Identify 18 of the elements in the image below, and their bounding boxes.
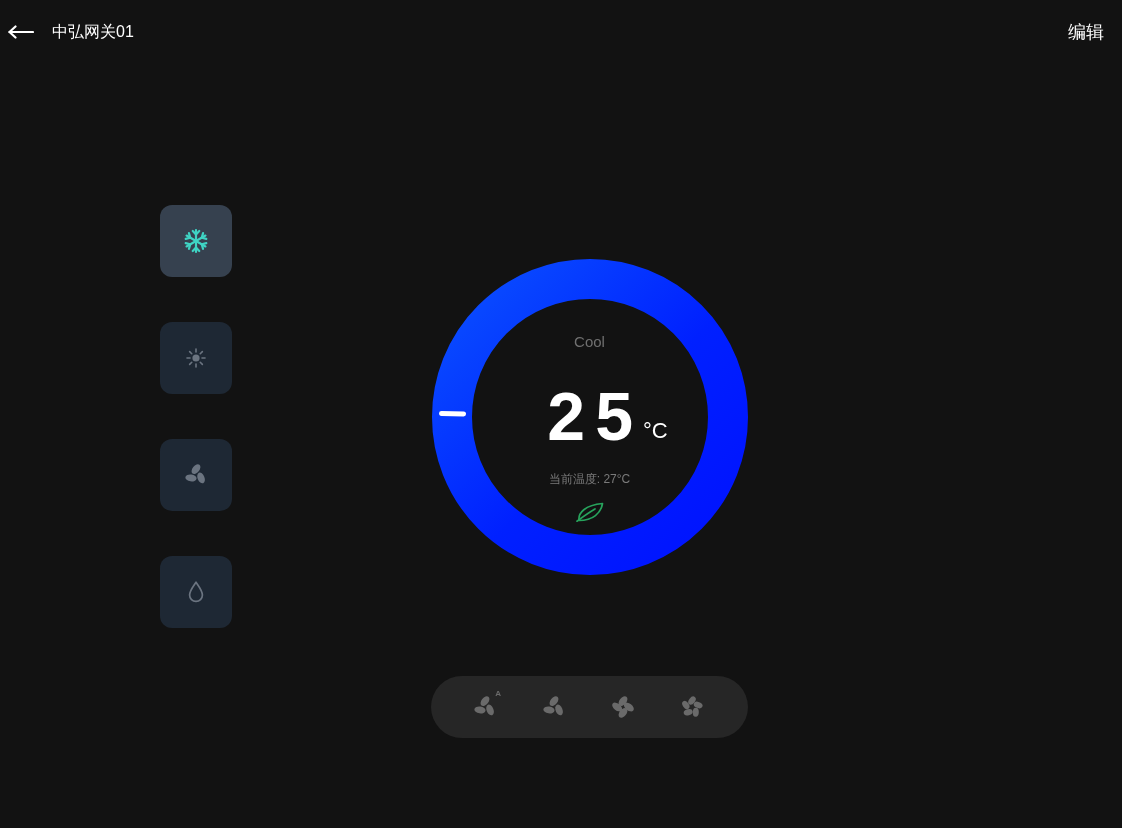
fan-speed-button[interactable]: [611, 695, 635, 719]
snowflake-icon: [184, 229, 208, 253]
temperature-slider-track[interactable]: [431, 259, 748, 575]
sun-icon: [186, 348, 206, 368]
setpoint-temperature: 25: [547, 388, 643, 444]
fan-icon: [680, 695, 704, 719]
slider-handle[interactable]: [438, 410, 466, 417]
mode-button[interactable]: [160, 205, 232, 277]
arrow-left-icon: [8, 25, 34, 39]
edit-button[interactable]: 编辑: [1068, 21, 1104, 43]
current-temperature: 当前温度: 27°C: [548, 471, 631, 487]
temperature-unit: °C: [642, 420, 668, 442]
fan-speed-button[interactable]: [680, 695, 704, 719]
device-title: 中弘网关01: [52, 22, 134, 42]
mode-button[interactable]: [160, 439, 232, 511]
droplet-icon: [188, 581, 204, 603]
mode-label: Cool: [574, 333, 605, 351]
fan-icon: [611, 695, 635, 719]
